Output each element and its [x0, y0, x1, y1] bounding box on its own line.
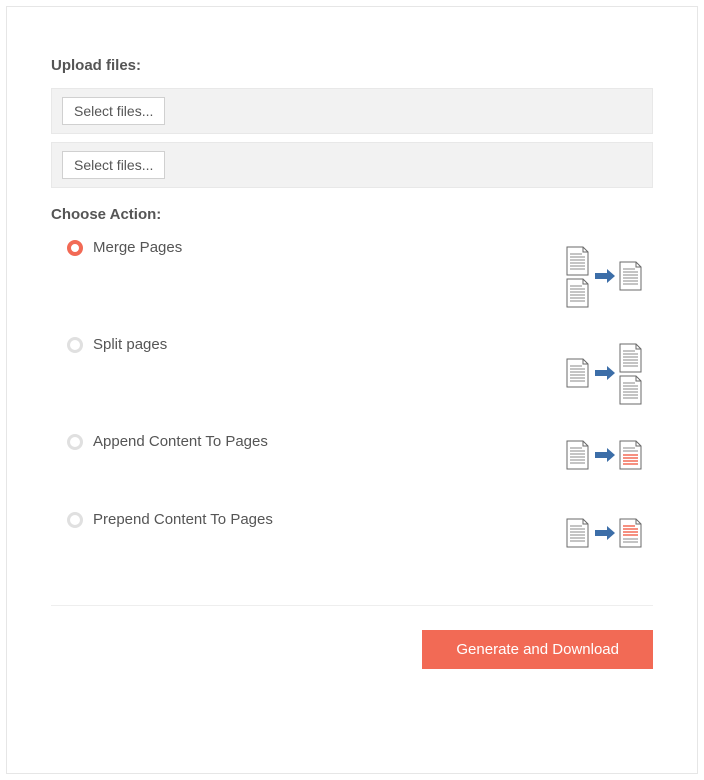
- action-prepend-content: Prepend Content To Pages: [51, 507, 653, 585]
- choose-action-label: Choose Action:: [51, 206, 653, 223]
- split-pages-icon: [565, 342, 645, 411]
- action-append-content: Append Content To Pages: [51, 429, 653, 507]
- action-merge-pages: Merge Pages: [51, 235, 653, 332]
- footer: Generate and Download: [51, 630, 653, 669]
- radio-append-content[interactable]: [67, 434, 83, 450]
- merge-pages-icon: [565, 245, 645, 314]
- action-split-pages: Split pages: [51, 332, 653, 429]
- divider: [51, 605, 653, 606]
- radio-split-pages[interactable]: [67, 337, 83, 353]
- form-panel: Upload files: Select files... Select fil…: [6, 6, 698, 774]
- append-content-icon: [565, 439, 645, 478]
- upload-label: Upload files:: [51, 57, 653, 74]
- radio-prepend-content[interactable]: [67, 512, 83, 528]
- action-label: Split pages: [93, 336, 167, 353]
- select-files-button-2[interactable]: Select files...: [62, 151, 165, 179]
- upload-row-2: Select files...: [51, 142, 653, 188]
- select-files-button-1[interactable]: Select files...: [62, 97, 165, 125]
- generate-download-button[interactable]: Generate and Download: [422, 630, 653, 669]
- prepend-content-icon: [565, 517, 645, 556]
- action-label: Merge Pages: [93, 239, 182, 256]
- upload-row-1: Select files...: [51, 88, 653, 134]
- radio-merge-pages[interactable]: [67, 240, 83, 256]
- action-label: Append Content To Pages: [93, 433, 268, 450]
- action-label: Prepend Content To Pages: [93, 511, 273, 528]
